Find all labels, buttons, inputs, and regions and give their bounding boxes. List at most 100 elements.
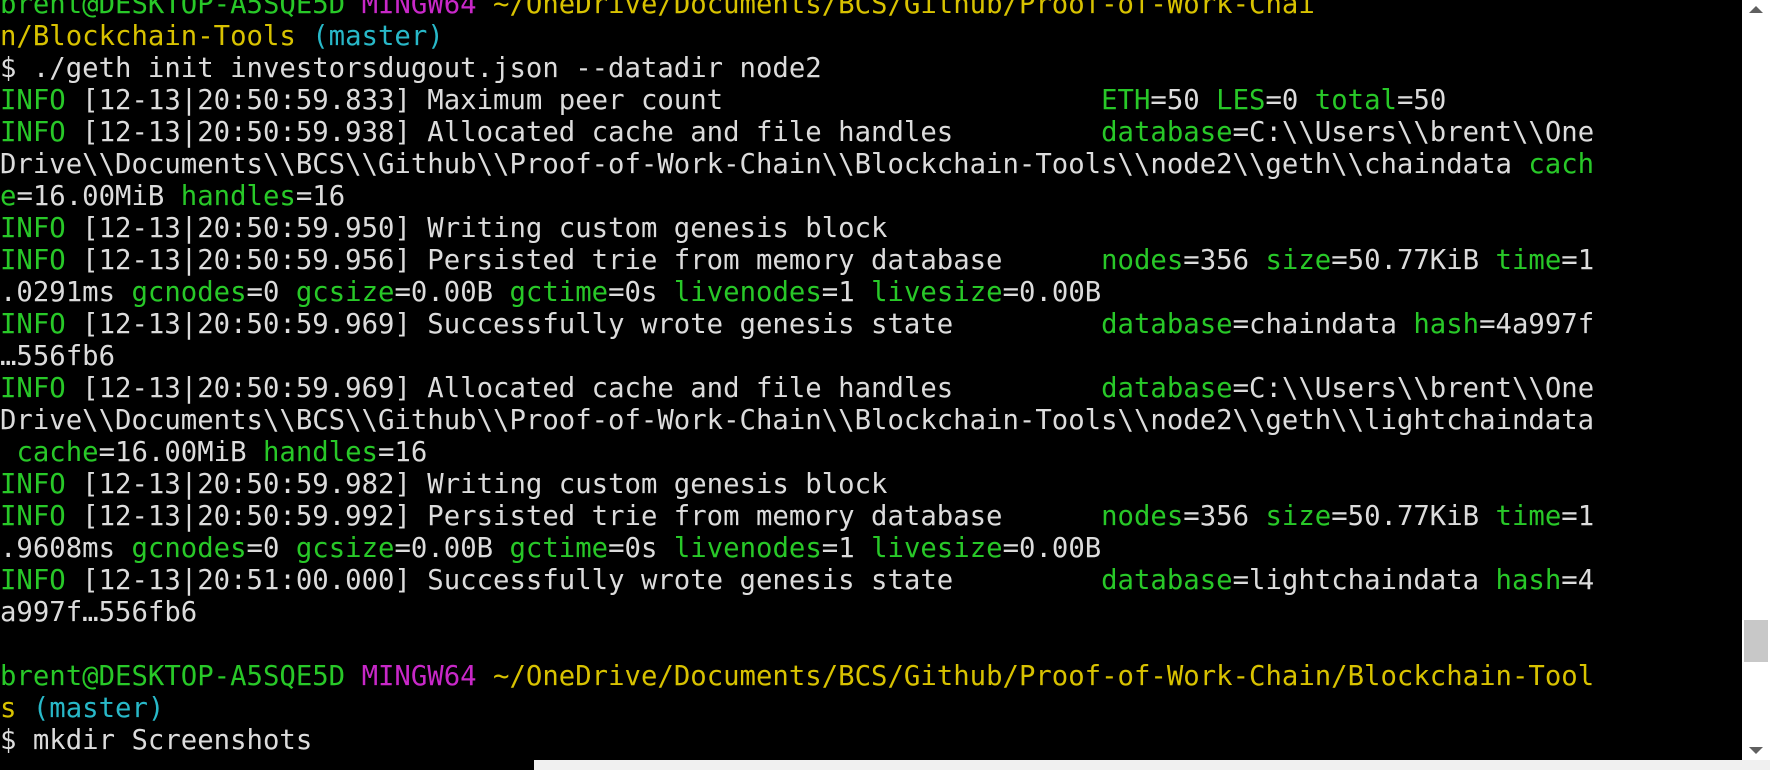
terminal-text-segment: [12-13|20:50:59.833] Maximum peer count (65, 85, 1102, 116)
terminal-text-segment: database (1101, 309, 1233, 340)
terminal-text-segment: =1 (821, 277, 872, 308)
terminal-text-segment: hash (1495, 565, 1562, 596)
terminal-line: INFO [12-13|20:50:59.938] Allocated cach… (0, 117, 1742, 149)
terminal-text-segment: total (1314, 85, 1397, 116)
terminal-text-segment: =16.00MiB (98, 437, 263, 468)
terminal-line: INFO [12-13|20:50:59.992] Persisted trie… (0, 501, 1742, 533)
horizontal-scrollbar-track[interactable] (534, 760, 1770, 770)
terminal-text-segment: =0s (608, 277, 674, 308)
terminal-text-segment: [12-13|20:50:59.938] Allocated cache and… (65, 117, 1102, 148)
terminal-text-segment: INFO (0, 85, 66, 116)
terminal-text-segment: Drive\\Documents\\BCS\\Github\\Proof-of-… (0, 149, 1529, 180)
scroll-down-arrow-icon[interactable] (1749, 747, 1763, 754)
terminal-text-segment: =356 (1183, 245, 1266, 276)
terminal-text-segment: handles (180, 181, 296, 212)
terminal-text-segment: =4a997f (1479, 309, 1595, 340)
terminal-text-segment: …556fb6 (0, 341, 116, 372)
terminal-text-segment: ~/OneDrive/Documents/BCS/Github/Proof-of… (493, 0, 1315, 20)
scroll-up-arrow-icon[interactable] (1749, 6, 1763, 13)
terminal-text-segment: livesize (871, 277, 1003, 308)
terminal-text-segment: LES (1216, 85, 1266, 116)
terminal-text-segment: database (1101, 373, 1233, 404)
terminal-line: …556fb6 (0, 341, 1742, 373)
terminal-text-segment: =C:\\Users\\brent\\One (1232, 373, 1595, 404)
terminal-text-segment: [12-13|20:50:59.950] Writing custom gene… (65, 213, 888, 244)
terminal-text-segment: =0.00B (1002, 277, 1102, 308)
terminal-text-segment: =50.77KiB (1331, 245, 1496, 276)
terminal-text-segment: gcsize (295, 277, 395, 308)
terminal-text-segment: time (1495, 501, 1562, 532)
terminal-text-segment: [12-13|20:50:59.992] Persisted trie from… (65, 501, 1102, 532)
terminal-line: .0291ms gcnodes=0 gcsize =0.00B gctime=0s… (0, 277, 1742, 309)
terminal-text-segment: =lightchaindata (1232, 565, 1496, 596)
terminal-text-segment: =16.00MiB (16, 181, 181, 212)
terminal-text-segment: =50 (1150, 85, 1217, 116)
terminal-text-segment: e (0, 181, 17, 212)
terminal-text-segment: [12-13|20:50:59.982] Writing custom gene… (65, 469, 888, 500)
terminal-text-segment: size (1265, 501, 1332, 532)
terminal-text-segment: brent@DESKTOP-A5SQE5D (0, 661, 362, 692)
terminal-text-segment: (master) (312, 21, 444, 52)
terminal-text-segment: [12-13|20:50:59.969] Successfully wrote … (65, 309, 1102, 340)
terminal-line: brent@DESKTOP-A5SQE5D MINGW64 ~/OneDrive… (0, 0, 1742, 21)
terminal-text-segment: =0 (246, 533, 296, 564)
terminal-text-segment: =1 (1561, 245, 1595, 276)
terminal-text-segment: INFO (0, 373, 66, 404)
scrollbar-thumb[interactable] (1744, 620, 1768, 662)
terminal-text-segment: gcnodes (131, 277, 247, 308)
terminal-line: INFO [12-13|20:50:59.950] Writing custom… (0, 213, 1742, 245)
vertical-scrollbar[interactable] (1742, 0, 1770, 760)
terminal-text-segment: INFO (0, 565, 66, 596)
terminal-line: e=16.00MiB handles=16 (0, 181, 1742, 213)
terminal-text-segment: $ mkdir Screenshots (0, 725, 313, 756)
terminal-line: s (master) (0, 693, 1742, 725)
terminal-text-segment: =chaindata (1232, 309, 1414, 340)
terminal-text-segment: ~/OneDrive/Documents/BCS/Github/Proof-of… (493, 661, 1595, 692)
terminal-text-segment: $ ./geth init investorsdugout.json --dat… (0, 53, 822, 84)
terminal-text-segment: =50 (1396, 85, 1447, 116)
terminal-text-segment: INFO (0, 309, 66, 340)
terminal-line: n/Blockchain-Tools (master) (0, 21, 1742, 53)
terminal-text-segment: =0 (1265, 85, 1315, 116)
terminal-text-segment: INFO (0, 213, 66, 244)
terminal-text-segment: livenodes (673, 533, 822, 564)
terminal-output[interactable]: brent@DESKTOP-A5SQE5D MINGW64 ~/OneDrive… (0, 0, 1742, 759)
terminal-text-segment: s (0, 693, 33, 724)
terminal-text-segment: hash (1413, 309, 1480, 340)
terminal-text-segment: =0 (246, 277, 296, 308)
terminal-text-segment: =0.00B (394, 533, 510, 564)
terminal-text-segment: Drive\\Documents\\BCS\\Github\\Proof-of-… (0, 405, 1595, 436)
terminal-text-segment: INFO (0, 469, 66, 500)
terminal-line: $ ./geth init investorsdugout.json --dat… (0, 53, 1742, 85)
terminal-text-segment: [12-13|20:50:59.969] Allocated cache and… (65, 373, 1102, 404)
terminal-text-segment: livesize (871, 533, 1003, 564)
terminal-text-segment: size (1265, 245, 1332, 276)
terminal-line: INFO [12-13|20:50:59.969] Allocated cach… (0, 373, 1742, 405)
terminal-text-segment: time (1495, 245, 1562, 276)
terminal-line: INFO [12-13|20:50:59.833] Maximum peer c… (0, 85, 1742, 117)
terminal-text-segment: MINGW64 (361, 661, 494, 692)
terminal-text-segment: gcsize (295, 533, 395, 564)
terminal-text-segment: =4 (1561, 565, 1595, 596)
terminal-line: INFO [12-13|20:51:00.000] Successfully w… (0, 565, 1742, 597)
terminal-line: cache=16.00MiB handles=16 (0, 437, 1742, 469)
terminal-text-segment: [12-13|20:50:59.956] Persisted trie from… (65, 245, 1102, 276)
terminal-text-segment: cache (16, 437, 99, 468)
terminal-text-segment: .0291ms (0, 277, 132, 308)
terminal-line: Drive\\Documents\\BCS\\Github\\Proof-of-… (0, 149, 1742, 181)
terminal-line: INFO [12-13|20:50:59.982] Writing custom… (0, 469, 1742, 501)
terminal-text-segment: INFO (0, 501, 66, 532)
terminal-text-segment: INFO (0, 117, 66, 148)
terminal-text-segment: MINGW64 (361, 0, 494, 20)
terminal-text-segment: gctime (509, 277, 609, 308)
terminal-text-segment: brent@DESKTOP-A5SQE5D (0, 0, 362, 20)
terminal-line: .9608ms gcnodes=0 gcsize=0.00B gctime=0s… (0, 533, 1742, 565)
terminal-window: brent@DESKTOP-A5SQE5D MINGW64 ~/OneDrive… (0, 0, 1770, 770)
terminal-text-segment: =C:\\Users\\brent\\One (1232, 117, 1595, 148)
terminal-line: Drive\\Documents\\BCS\\Github\\Proof-of-… (0, 405, 1742, 437)
terminal-text-segment: n/Blockchain-Tools (0, 21, 313, 52)
terminal-text-segment: .9608ms (0, 533, 132, 564)
terminal-line: $ mkdir Screenshots (0, 725, 1742, 757)
